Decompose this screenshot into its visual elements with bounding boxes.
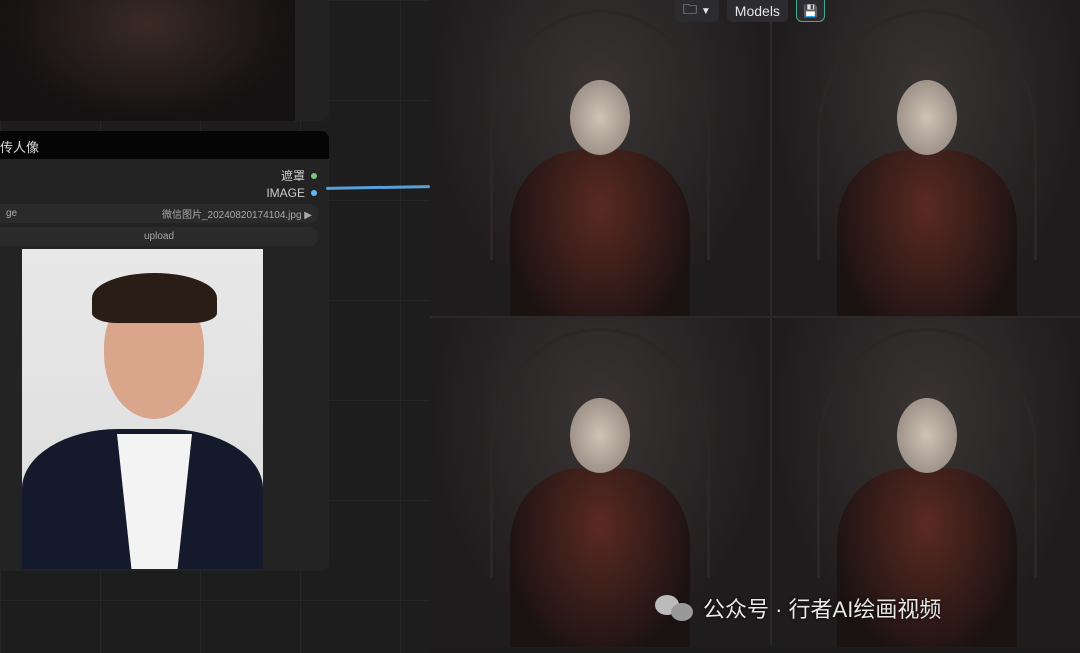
output-image[interactable] [772,0,1080,316]
connection-wire [325,185,431,190]
watermark: 公众号 · 行者AI绘画视频 [655,592,941,624]
top-toolbar: 🗀 ▼ Models 💾 [675,0,825,22]
watermark-text: 公众号 · 行者AI绘画视频 [703,597,942,622]
output-image[interactable] [430,0,770,316]
output-image[interactable]: IMAGE [266,186,317,200]
arrow-right-icon: ▶ [304,210,312,221]
output-dot[interactable] [311,190,317,196]
output-label: 遮罩 [280,169,305,183]
widget-value: 微信图片_20240820174104.jpg [161,210,302,221]
previous-node[interactable] [0,0,329,121]
output-image-grid [430,0,1080,647]
output-mask[interactable]: 遮罩 [281,167,317,184]
previous-node-image [0,0,295,121]
models-button[interactable]: Models [726,0,788,22]
output-label: IMAGE [266,186,305,200]
node-title: 传人像 [0,131,329,159]
load-image-node[interactable]: 传人像 遮罩 IMAGE ge 微信图片_20240820174104.jpg … [0,131,329,571]
caret-down-icon: ▼ [700,5,711,17]
wechat-icon [655,595,695,621]
save-button[interactable]: 💾 [795,0,825,22]
upload-label: upload [143,231,175,242]
folder-button[interactable]: 🗀 ▼ [675,0,719,22]
widget-label: ge [6,208,18,219]
node-canvas[interactable]: 传人像 遮罩 IMAGE ge 微信图片_20240820174104.jpg … [0,0,431,653]
save-icon: 💾 [802,3,818,18]
upload-button[interactable]: upload [0,227,318,246]
folder-icon: 🗀 [683,1,697,17]
image-select[interactable]: ge 微信图片_20240820174104.jpg ▶ [0,204,318,223]
image-preview [22,249,263,569]
output-dot[interactable] [311,172,317,179]
